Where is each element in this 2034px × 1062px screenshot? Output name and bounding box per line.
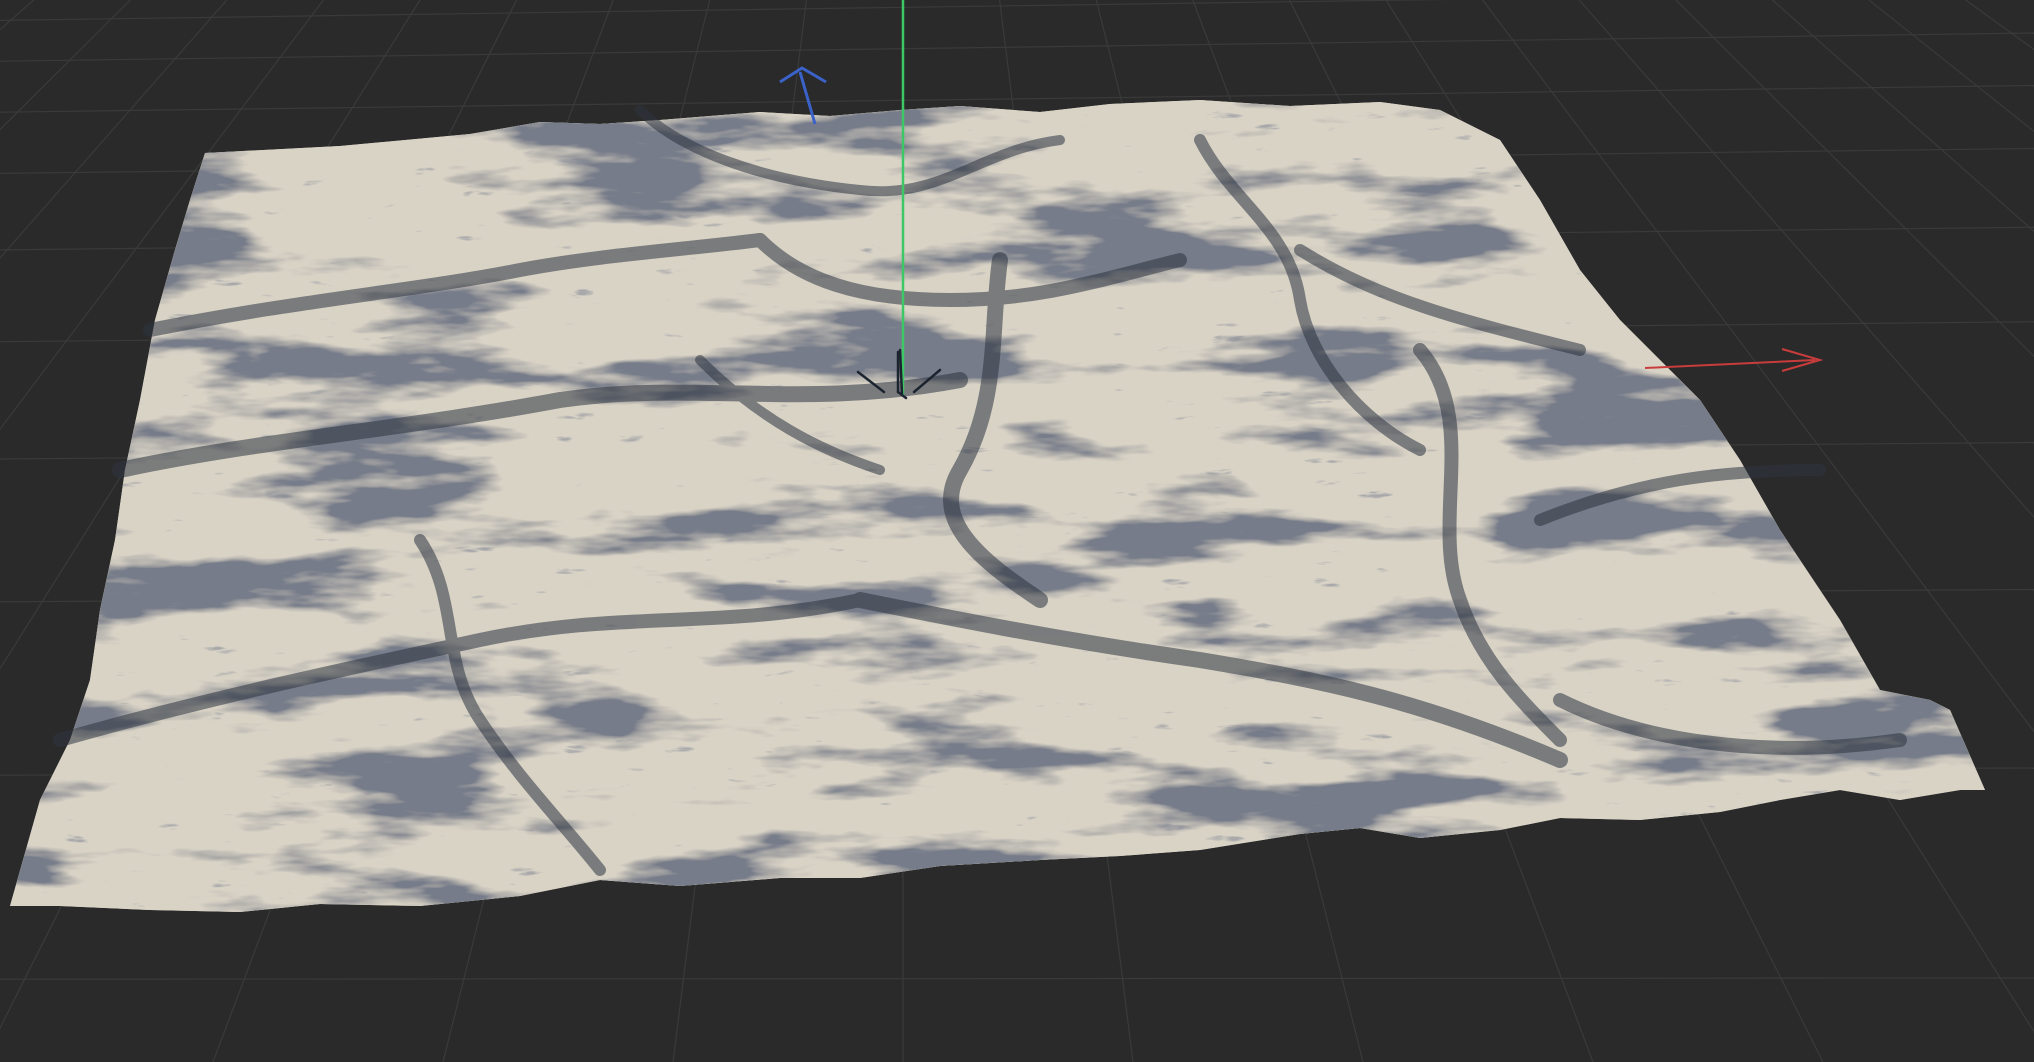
grid-line xyxy=(1772,0,2034,233)
terrain-fine-streaks xyxy=(10,100,1985,912)
grid-line xyxy=(1965,0,2034,51)
terrain-mesh[interactable] xyxy=(10,100,1985,912)
grid-line xyxy=(0,977,2034,980)
grid-line xyxy=(0,0,1453,21)
grid-line xyxy=(0,84,2034,113)
3d-viewport[interactable] xyxy=(0,0,2034,1062)
x-axis-line xyxy=(1644,359,1816,369)
grid-line xyxy=(0,32,2034,62)
grid-line xyxy=(1868,0,2034,133)
